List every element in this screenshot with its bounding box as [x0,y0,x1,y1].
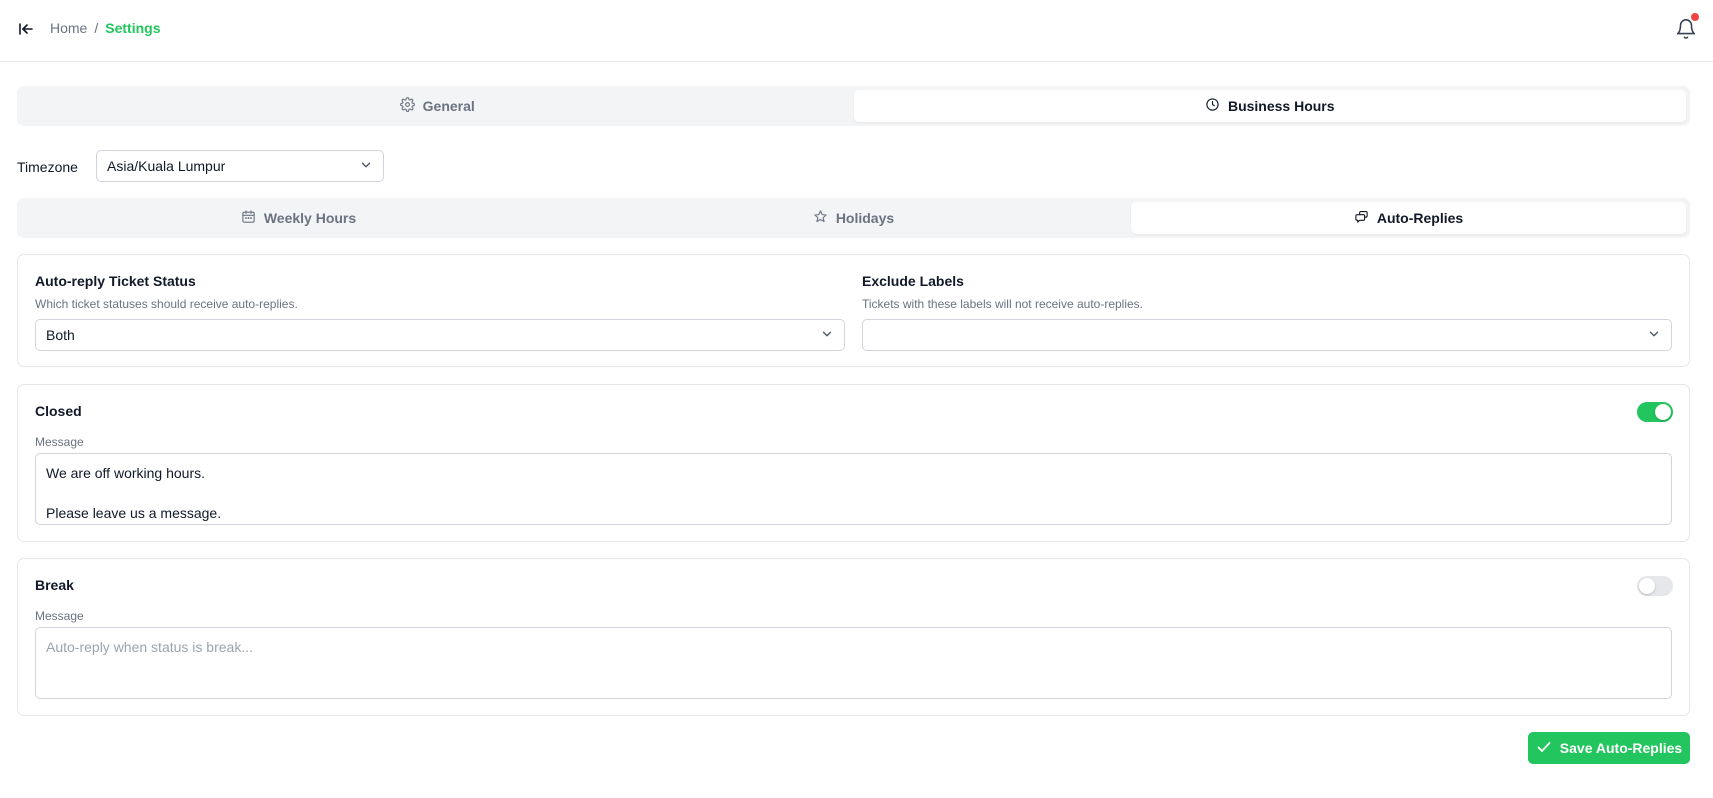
clock-icon [1205,97,1220,115]
tab-weekly-hours[interactable]: Weekly Hours [21,202,576,234]
closed-title: Closed [35,403,82,419]
tab-auto-replies[interactable]: Auto-Replies [1131,202,1686,234]
breadcrumb-separator: / [94,20,99,36]
calendar-icon [241,209,256,227]
chevron-down-icon [820,327,834,344]
break-toggle[interactable] [1637,576,1673,596]
tab-label: Holidays [835,210,895,226]
ticket-status-title: Auto-reply Ticket Status [35,273,196,289]
break-title: Break [35,577,74,593]
closed-message-textarea[interactable]: We are off working hours. Please leave u… [35,453,1672,525]
auto-reply-settings-card: Auto-reply Ticket Status Which ticket st… [17,254,1690,367]
ticket-status-select[interactable]: Both [35,319,845,351]
break-message-label: Message [35,609,84,623]
notification-dot [1691,13,1699,21]
business-hours-tabs: Weekly Hours Holidays Auto-Replies [17,198,1690,238]
top-bar: Home / Settings [0,0,1713,62]
chevron-down-icon [359,158,373,175]
breadcrumb: Home / Settings [50,20,160,36]
tab-general[interactable]: General [21,90,854,122]
breadcrumb-home-link[interactable]: Home [50,20,87,36]
ticket-status-value: Both [46,327,75,343]
save-button-label: Save Auto-Replies [1559,740,1683,756]
closed-auto-reply-card: Closed Message We are off working hours.… [17,384,1690,542]
closed-message-label: Message [35,435,84,449]
panel-collapse-icon[interactable] [16,19,36,39]
bell-icon[interactable] [1675,13,1699,40]
exclude-labels-description: Tickets with these labels will not recei… [862,297,1144,311]
chevron-down-icon [1647,327,1661,344]
break-message-textarea[interactable]: Auto-reply when status is break... [35,627,1672,699]
settings-tabs: General Business Hours [17,86,1690,126]
break-auto-reply-card: Break Message Auto-reply when status is … [17,558,1690,716]
toggle-knob [1639,578,1655,594]
tab-business-hours[interactable]: Business Hours [853,90,1686,122]
tab-label: Business Hours [1227,98,1335,114]
tab-label: General [422,98,475,114]
timezone-value: Asia/Kuala Lumpur [107,158,226,174]
star-icon [813,209,828,227]
toggle-knob [1655,404,1671,420]
save-auto-replies-button[interactable]: Save Auto-Replies [1528,732,1690,764]
closed-toggle[interactable] [1637,402,1673,422]
tab-holidays[interactable]: Holidays [576,202,1131,234]
check-icon [1536,739,1552,758]
timezone-label: Timezone [17,159,78,175]
ticket-status-description: Which ticket statuses should receive aut… [35,297,298,311]
tab-label: Auto-Replies [1376,210,1464,226]
breadcrumb-current: Settings [105,20,161,36]
gear-icon [399,97,415,115]
tab-label: Weekly Hours [263,210,357,226]
exclude-labels-title: Exclude Labels [862,273,964,289]
chat-bubbles-icon [1354,209,1369,227]
exclude-labels-select[interactable] [862,319,1672,351]
timezone-select[interactable]: Asia/Kuala Lumpur [96,150,384,182]
